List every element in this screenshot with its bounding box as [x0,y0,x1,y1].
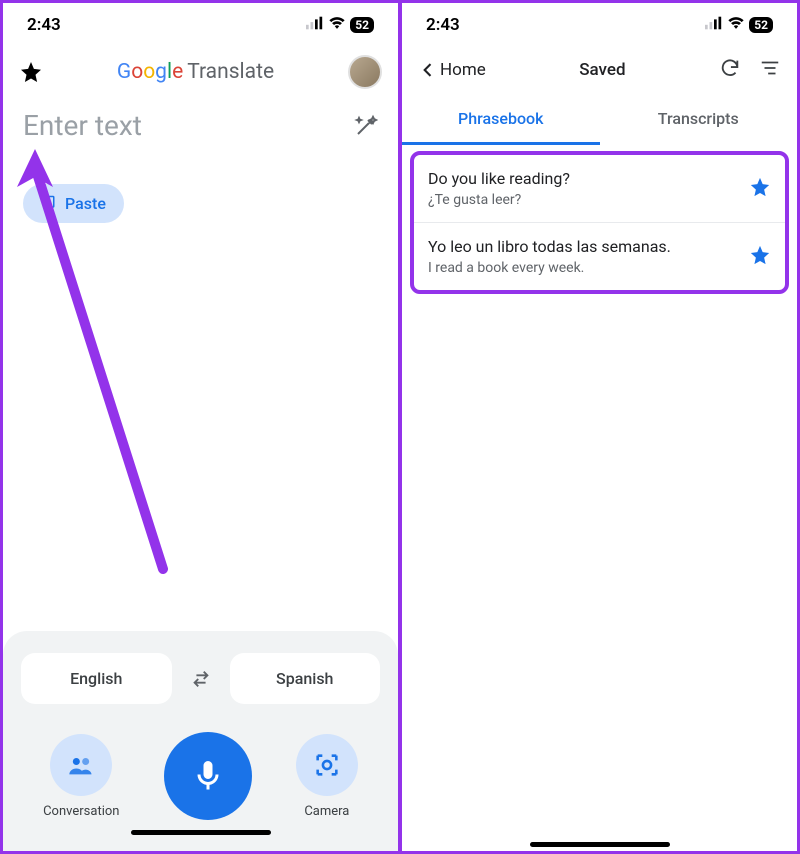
screen-translate-home: 2:43 52 Google Translate Enter text [0,0,400,854]
target-language-button[interactable]: Spanish [230,653,381,704]
tab-transcripts[interactable]: Transcripts [600,97,798,145]
clipboard-icon [41,195,59,213]
refresh-icon [719,57,741,79]
status-bar: 2:43 52 [402,3,797,47]
swap-languages-button[interactable] [182,660,220,698]
screen-saved: 2:43 52 Home Saved Phrasebook Tra [400,0,800,854]
home-indicator[interactable] [530,842,670,847]
sort-button[interactable] [759,57,781,83]
phrase-translated-text: I read a book every week. [428,260,671,276]
status-icons: 52 [705,15,773,35]
wifi-icon [727,15,745,35]
favorite-star-button[interactable] [749,176,771,202]
phrase-source-text: Yo leo un libro todas las semanas. [428,237,671,256]
source-language-button[interactable]: English [21,653,172,704]
status-bar: 2:43 52 [3,3,398,47]
phrasebook-list: Do you like reading? ¿Te gusta leer? Yo … [410,151,789,294]
app-title: Google Translate [117,60,274,84]
sort-icon [759,57,781,79]
status-time: 2:43 [27,15,61,35]
signal-icon [705,15,723,35]
saved-header: Home Saved [402,47,797,97]
back-button[interactable]: Home [418,60,486,80]
tab-phrasebook[interactable]: Phrasebook [402,97,600,145]
app-title-text: Translate [187,60,274,84]
phrase-source-text: Do you like reading? [428,169,570,188]
phrase-translated-text: ¿Te gusta leer? [428,192,570,208]
swap-icon [190,668,212,690]
camera-icon [313,751,341,779]
magic-wand-icon[interactable] [354,114,378,138]
status-time: 2:43 [426,15,460,35]
google-logo: Google [117,60,183,84]
phrase-item[interactable]: Do you like reading? ¿Te gusta leer? [414,155,785,223]
saved-star-button[interactable] [19,60,43,84]
status-icons: 52 [306,15,374,35]
camera-label: Camera [304,804,349,819]
main-input-area: Enter text Paste [3,101,398,631]
home-indicator[interactable] [131,830,271,835]
favorite-star-button[interactable] [749,244,771,270]
chevron-left-icon [418,60,438,80]
tabs: Phrasebook Transcripts [402,97,797,145]
app-header: Google Translate [3,47,398,101]
back-label: Home [440,60,486,80]
page-title: Saved [579,60,625,80]
text-input[interactable]: Enter text [23,109,142,142]
empty-area [402,300,797,832]
star-icon [749,244,771,266]
phrase-item[interactable]: Yo leo un libro todas las semanas. I rea… [414,223,785,290]
signal-icon [306,15,324,35]
paste-label: Paste [65,194,106,213]
camera-button[interactable] [296,734,358,796]
voice-input-button[interactable] [164,732,252,820]
profile-avatar[interactable] [348,55,382,89]
battery-icon: 52 [350,17,374,33]
wifi-icon [328,15,346,35]
conversation-button[interactable] [50,734,112,796]
microphone-icon [190,758,226,794]
paste-button[interactable]: Paste [23,184,124,223]
conversation-icon [67,751,95,779]
star-icon [749,176,771,198]
bottom-panel: English Spanish Conversation [3,631,398,851]
conversation-label: Conversation [43,804,119,819]
refresh-button[interactable] [719,57,741,83]
battery-icon: 52 [749,17,773,33]
